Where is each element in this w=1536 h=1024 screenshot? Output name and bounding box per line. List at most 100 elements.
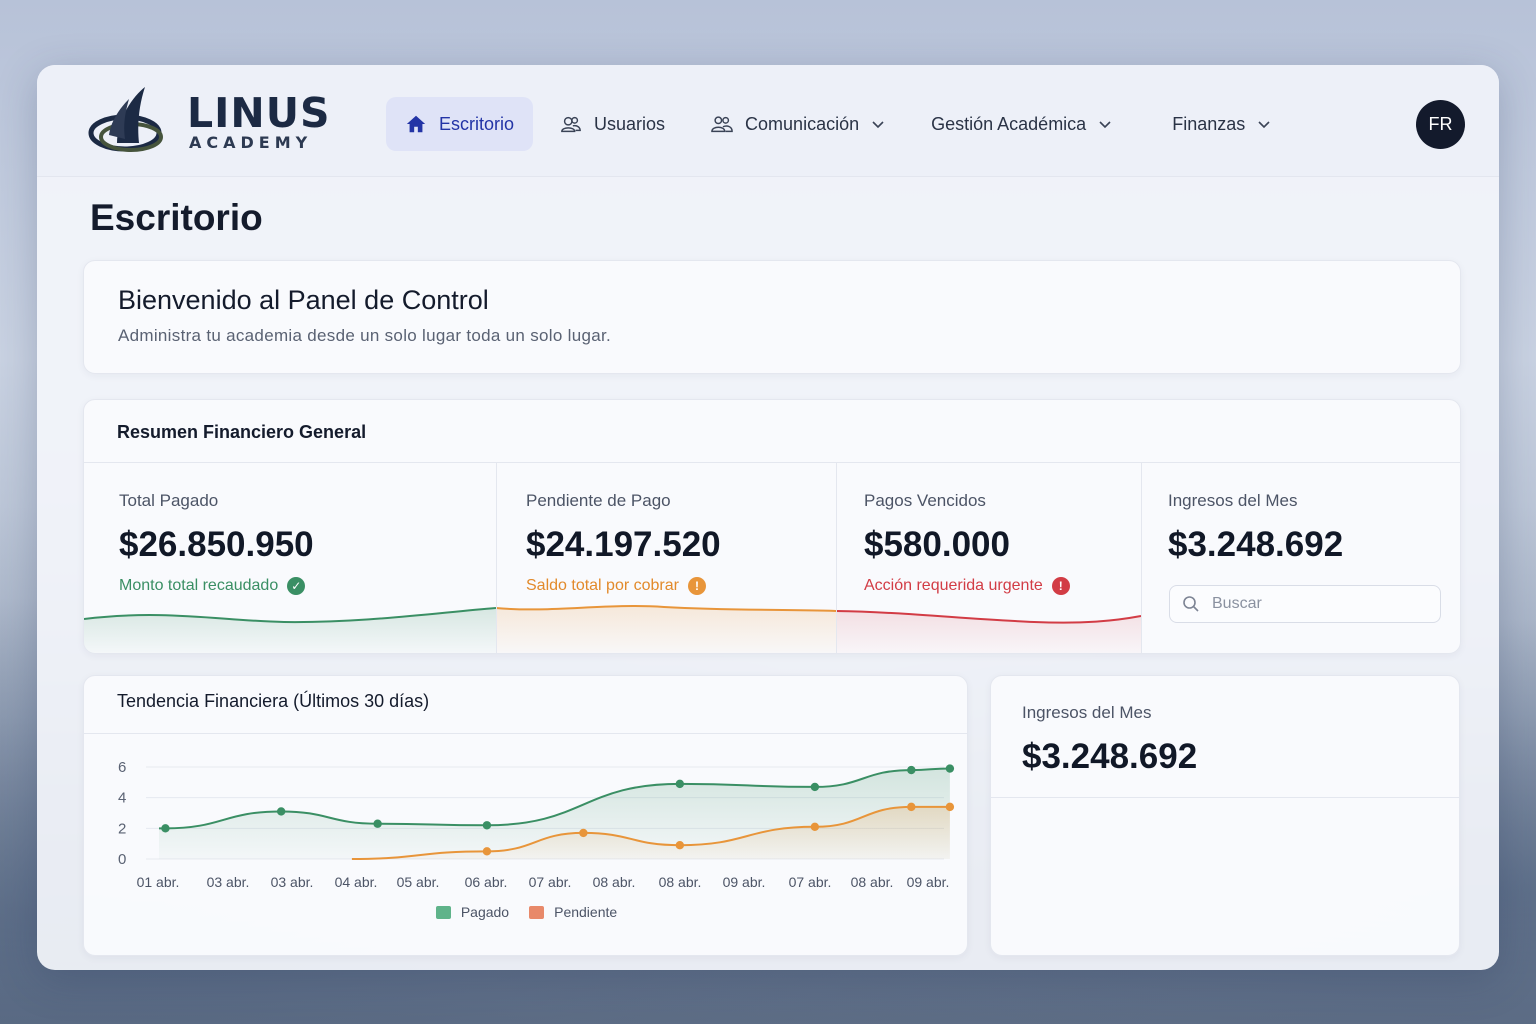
data-point	[276, 807, 286, 816]
stat-value: $580.000	[864, 525, 1010, 564]
stat-value: $3.248.692	[1022, 737, 1198, 776]
nav-item-finanzas[interactable]: Finanzas	[1153, 97, 1290, 151]
divider	[1141, 463, 1142, 653]
stat-ingresos-del-mes[interactable]: Ingresos del Mes $3.248.692	[1168, 463, 1448, 653]
stat-pagos-vencidos[interactable]: Pagos Vencidos $580.000 Acción requerida…	[864, 463, 1134, 653]
x-tick-label: 06 abr.	[465, 874, 508, 890]
nav-item-comunicacion[interactable]: Comunicación	[692, 97, 904, 151]
legend-swatch-icon	[435, 905, 451, 919]
nav-label: Escritorio	[439, 113, 515, 134]
legend-swatch-icon	[529, 905, 545, 919]
x-tick-label: 07 abr.	[789, 874, 832, 890]
legend-item-pendiente[interactable]: Pendiente	[529, 904, 617, 920]
users-icon	[560, 113, 582, 135]
legend-label: Pendiente	[554, 904, 618, 920]
data-point	[579, 828, 588, 838]
y-tick-label: 0	[118, 851, 126, 868]
data-point	[945, 764, 955, 773]
x-tick-label: 05 abr.	[397, 874, 440, 890]
stat-label: Ingresos del Mes	[1168, 491, 1298, 510]
divider	[836, 463, 837, 653]
y-tick-label: 6	[118, 759, 126, 776]
check-circle-icon: ✓	[287, 577, 306, 595]
nav-item-usuarios[interactable]: Usuarios	[541, 97, 684, 151]
y-tick-label: 4	[118, 790, 126, 807]
stat-total-pagado[interactable]: Total Pagado $26.850.950 Monto total rec…	[119, 463, 489, 653]
stat-label: Pendiente de Pago	[526, 491, 671, 510]
welcome-title: Bienvenido al Panel de Control	[118, 285, 489, 315]
x-tick-label: 08 abr.	[659, 874, 702, 890]
search-icon	[1182, 595, 1200, 613]
legend-label: Pagado	[460, 904, 510, 920]
trend-chart-card: Tendencia Financiera (Últimos 30 días) 6…	[83, 675, 968, 956]
stat-note-text: Monto total recaudado	[119, 577, 279, 594]
brand-logo[interactable]: LINUS ACADEMY	[87, 85, 357, 157]
welcome-subtitle: Administra tu academia desde un solo lug…	[118, 326, 612, 345]
stat-value: $24.197.520	[526, 525, 721, 564]
data-point	[161, 824, 170, 833]
stat-note-text: Acción requerida urgente	[864, 577, 1043, 594]
nav-label: Usuarios	[594, 113, 666, 134]
search-box[interactable]	[1169, 585, 1441, 623]
chart-legend: Pagado Pendiente	[84, 904, 967, 920]
data-point	[675, 779, 685, 789]
app-window: LINUS ACADEMY Escritorio Usuarios Comuni…	[37, 65, 1499, 970]
stat-note: Saldo total por cobrar !	[526, 577, 706, 595]
nav-label: Comunicación	[745, 113, 860, 134]
data-point	[373, 819, 382, 828]
main-nav: Escritorio Usuarios Comunicación Gestión…	[386, 97, 1298, 151]
x-tick-label: 04 abr.	[335, 874, 378, 890]
brand-subtitle: ACADEMY	[189, 133, 313, 152]
alert-circle-icon: !	[1051, 577, 1070, 595]
chevron-down-icon	[871, 117, 885, 131]
stat-label: Ingresos del Mes	[1022, 703, 1152, 722]
stat-note-text: Saldo total por cobrar	[526, 577, 679, 594]
stat-label: Total Pagado	[119, 491, 219, 510]
divider	[991, 797, 1459, 798]
data-point	[907, 765, 916, 775]
nav-label: Gestión Académica	[931, 113, 1087, 134]
financial-summary-card: Resumen Financiero General Total Pagado …	[83, 399, 1461, 654]
welcome-card: Bienvenido al Panel de Control Administr…	[83, 260, 1461, 374]
nav-item-gestion-academica[interactable]: Gestión Académica	[912, 97, 1131, 151]
x-tick-label: 01 abr.	[137, 874, 180, 890]
nav-label: Finanzas	[1172, 113, 1246, 134]
stat-note: Monto total recaudado ✓	[119, 577, 306, 595]
monthly-income-card: Ingresos del Mes $3.248.692	[990, 675, 1460, 956]
summary-title: Resumen Financiero General	[117, 422, 367, 442]
chevron-down-icon	[1257, 117, 1271, 131]
stat-pendiente-de-pago[interactable]: Pendiente de Pago $24.197.520 Saldo tota…	[526, 463, 826, 653]
home-icon	[405, 113, 427, 135]
stat-value: $3.248.692	[1168, 525, 1344, 564]
x-tick-label: 09 abr.	[723, 874, 766, 890]
alert-circle-icon: !	[687, 577, 706, 595]
y-tick-label: 2	[118, 820, 126, 837]
page-title: Escritorio	[90, 197, 263, 238]
divider	[496, 463, 497, 653]
x-tick-label: 09 abr.	[907, 874, 950, 890]
x-tick-label: 07 abr.	[529, 874, 572, 890]
x-tick-label: 08 abr.	[593, 874, 636, 890]
top-navigation-bar: LINUS ACADEMY Escritorio Usuarios Comuni…	[37, 65, 1499, 177]
logo-swoosh-icon	[88, 87, 163, 152]
x-tick-label: 03 abr.	[207, 874, 250, 890]
user-avatar[interactable]: FR	[1416, 100, 1465, 149]
x-tick-label: 03 abr.	[271, 874, 314, 890]
data-point	[810, 822, 820, 831]
data-point	[945, 802, 955, 812]
search-input[interactable]	[1212, 595, 1412, 613]
chevron-down-icon	[1098, 117, 1112, 131]
data-point	[907, 802, 916, 812]
brand-name: LINUS	[187, 89, 331, 137]
data-point	[482, 847, 492, 856]
data-point	[482, 821, 492, 830]
nav-item-escritorio[interactable]: Escritorio	[386, 97, 534, 151]
legend-item-pagado[interactable]: Pagado	[435, 904, 510, 920]
stat-label: Pagos Vencidos	[864, 491, 986, 510]
data-point	[675, 841, 685, 850]
x-tick-label: 08 abr.	[851, 874, 894, 890]
stat-value: $26.850.950	[119, 525, 314, 564]
group-icon	[711, 113, 733, 135]
stat-note: Acción requerida urgente !	[864, 577, 1070, 595]
data-point	[810, 782, 820, 792]
